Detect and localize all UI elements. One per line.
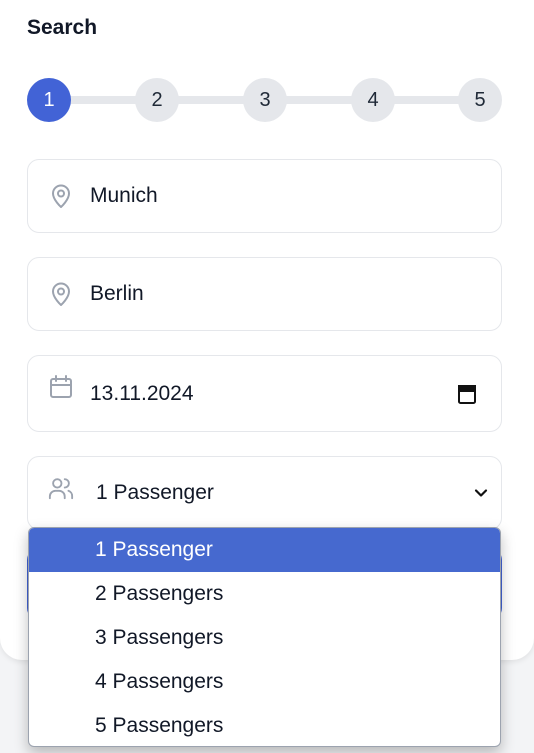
destination-value: Berlin (90, 282, 144, 305)
users-icon (48, 475, 74, 501)
map-pin-icon (48, 183, 74, 209)
passenger-option-5[interactable]: 5 Passengers (29, 704, 500, 746)
calendar-picker-icon[interactable] (455, 382, 479, 406)
passenger-option-4[interactable]: 4 Passengers (29, 660, 500, 704)
step-4[interactable]: 4 (351, 78, 395, 122)
passenger-option-3[interactable]: 3 Passengers (29, 616, 500, 660)
origin-value: Munich (90, 184, 158, 207)
map-pin-icon (48, 281, 74, 307)
passenger-option-2[interactable]: 2 Passengers (29, 572, 500, 616)
passenger-option-1[interactable]: 1 Passenger (29, 528, 500, 572)
page-title: Search (27, 16, 98, 39)
step-1[interactable]: 1 (27, 78, 71, 122)
calendar-icon (48, 374, 74, 400)
date-value: 13.11.2024 (90, 381, 194, 405)
chevron-down-icon[interactable] (469, 481, 493, 505)
origin-field[interactable]: Munich (27, 159, 502, 233)
passengers-select[interactable]: 1 Passenger (27, 456, 502, 530)
passengers-dropdown: 1 Passenger 2 Passengers 3 Passengers 4 … (28, 527, 501, 747)
stepper: 1 2 3 4 5 (27, 78, 502, 122)
step-2[interactable]: 2 (135, 78, 179, 122)
passengers-value: 1 Passenger (96, 481, 214, 504)
step-3[interactable]: 3 (243, 78, 287, 122)
step-5[interactable]: 5 (458, 78, 502, 122)
date-field[interactable]: 13.11.2024 (27, 355, 502, 432)
destination-field[interactable]: Berlin (27, 257, 502, 331)
